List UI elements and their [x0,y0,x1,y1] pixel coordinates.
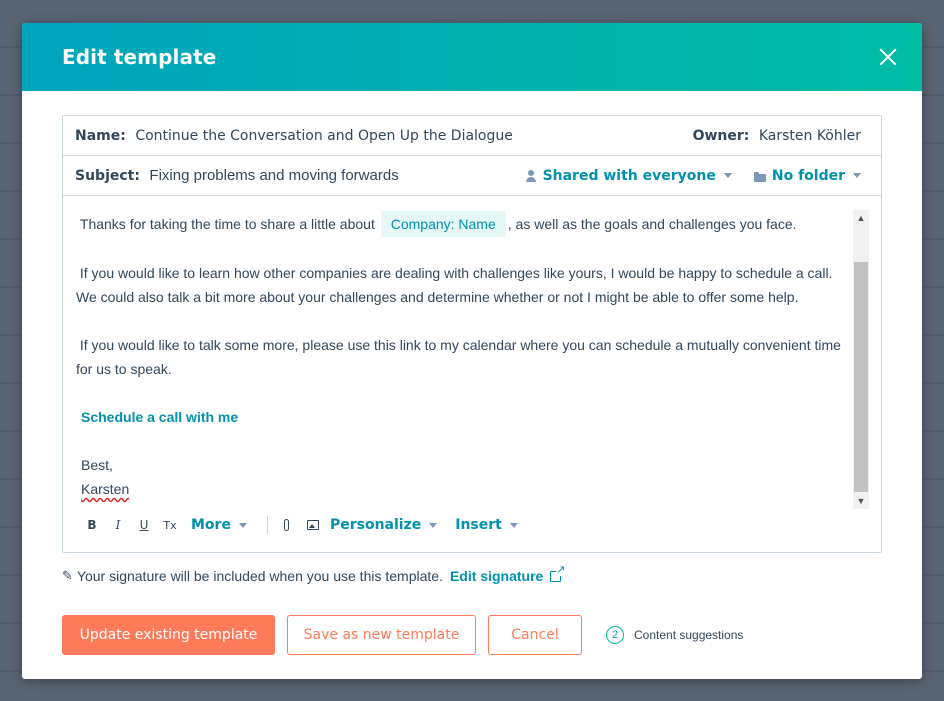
name-input[interactable]: Continue the Conversation and Open Up th… [135,128,513,144]
suggestions-count-badge: 2 [606,626,624,644]
more-menu[interactable]: More [191,517,247,533]
underline-icon[interactable]: U [135,516,153,534]
modal-footer: Update existing template Save as new tem… [62,615,743,655]
body-scrollbar[interactable]: ▲ ▼ [853,210,869,509]
sharing-dropdown[interactable]: Shared with everyone [525,168,732,184]
personalization-token[interactable]: Company: Name [380,211,506,237]
format-toolbar: B I U Tx More Personalize Insert [63,512,536,538]
name-label: Name: [75,127,126,144]
signature-note: ✎ Your signature will be included when y… [62,564,566,584]
owner-value: Karsten Köhler [758,127,861,144]
suggestions-label: Content suggestions [634,628,744,642]
edit-template-modal: Edit template Name: Continue the Convers… [22,23,922,679]
modal-header: Edit template [22,23,922,91]
signature-text: Karsten [81,481,130,497]
chevron-down-icon [853,173,861,178]
chevron-down-icon [238,522,247,528]
save-new-template-button[interactable]: Save as new template [287,615,476,655]
signature-note-text: Your signature will be included when you… [76,568,443,584]
person-icon [525,169,537,182]
cancel-button[interactable]: Cancel [488,615,582,655]
scroll-up-icon[interactable]: ▲ [853,210,869,226]
body-paragraph-3: If you would like to talk some more, ple… [76,333,851,381]
link-icon[interactable] [278,516,296,534]
signature-icon: ✎ [62,568,73,583]
external-link-icon [550,564,566,582]
chevron-down-icon [429,522,438,528]
schedule-call-link[interactable]: Schedule a call with me [81,409,238,425]
italic-icon[interactable]: I [109,516,127,534]
body-paragraph-1: Thanks for taking the time to share a li… [76,211,851,237]
bold-icon[interactable]: B [83,516,101,534]
folder-label: No folder [771,167,845,184]
modal-title: Edit template [62,45,217,69]
body-paragraph-2: If you would like to learn how other com… [76,261,851,309]
subject-input[interactable]: Fixing problems and moving forwards [149,167,398,184]
personalize-menu[interactable]: Personalize [329,517,438,533]
toolbar-divider [266,516,268,534]
insert-label: Insert [455,517,502,533]
body-text: , as well as the goals and challenges yo… [507,216,797,232]
scroll-down-icon[interactable]: ▼ [853,493,869,509]
body-text: If you would like to learn how other com… [76,265,833,305]
subject-row: Subject: Fixing problems and moving forw… [63,156,881,196]
email-body-editor[interactable]: Thanks for taking the time to share a li… [63,197,881,509]
folder-dropdown[interactable]: No folder [753,167,861,184]
sharing-label: Shared with everyone [542,167,716,184]
personalize-label: Personalize [329,517,422,533]
insert-menu[interactable]: Insert [455,517,518,533]
name-row: Name: Continue the Conversation and Open… [63,116,881,156]
chevron-down-icon [723,173,732,178]
content-suggestions[interactable]: 2 Content suggestions [606,626,743,644]
folder-icon [753,170,766,182]
close-icon[interactable] [876,45,900,69]
body-text: Thanks for taking the time to share a li… [79,216,375,232]
template-editor: Name: Continue the Conversation and Open… [62,115,882,553]
update-template-button[interactable]: Update existing template [62,615,275,655]
subject-label: Subject: [75,168,140,184]
edit-signature-link[interactable]: Edit signature [450,568,543,584]
body-paragraph-4: Schedule a call with me [76,405,851,429]
image-icon[interactable] [304,516,322,534]
body-text: If you would like to talk some more, ple… [76,337,841,377]
clear-format-icon[interactable]: Tx [161,516,179,534]
owner-label: Owner: [692,127,750,144]
more-label: More [191,517,231,533]
closing-text: Best, [81,457,113,473]
chevron-down-icon [509,522,518,528]
scroll-thumb[interactable] [854,262,868,492]
signature-name: Karsten [81,477,851,501]
